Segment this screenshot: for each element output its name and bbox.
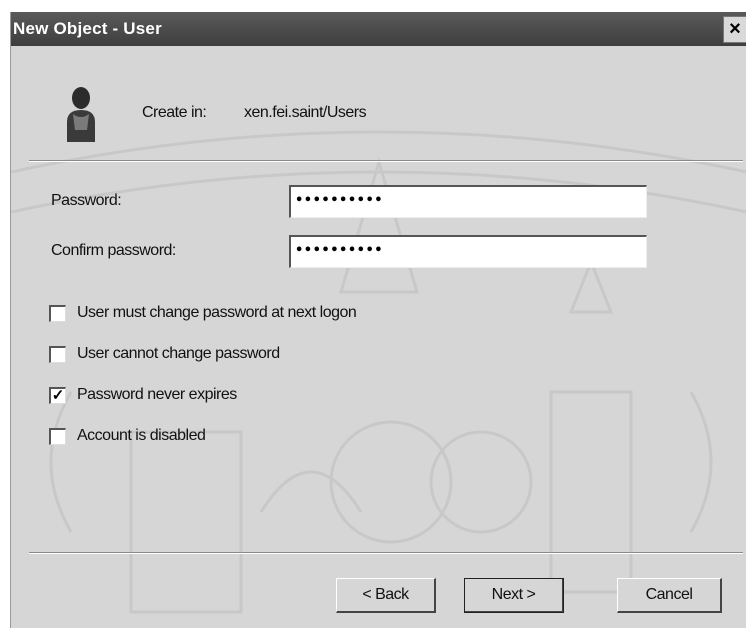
checkbox-label: User cannot change password: [77, 345, 280, 362]
password-field[interactable]: ••••••••••: [289, 185, 647, 218]
checkbox[interactable]: ✓: [49, 387, 66, 404]
header-separator: [29, 160, 743, 162]
window-title: New Object - User: [13, 19, 162, 38]
title-bar[interactable]: New Object - User ×: [11, 12, 746, 46]
confirm-password-field[interactable]: ••••••••••: [289, 235, 647, 268]
confirm-password-label: Confirm password:: [51, 242, 176, 259]
checkbox-label: Password never expires: [77, 386, 237, 403]
checkbox[interactable]: [49, 346, 66, 363]
checkbox[interactable]: [49, 305, 66, 322]
new-object-user-dialog: New Object - User × Create in: xen.fei.s…: [10, 12, 746, 628]
user-icon: [67, 87, 95, 142]
next-button[interactable]: Next >: [464, 578, 564, 613]
close-button[interactable]: ×: [723, 16, 746, 43]
create-in-label: Create in:: [142, 104, 207, 121]
back-button[interactable]: < Back: [336, 578, 436, 613]
cancel-button[interactable]: Cancel: [617, 578, 722, 613]
checkbox[interactable]: [49, 428, 66, 445]
footer-separator: [29, 552, 743, 554]
checkbox-label: User must change password at next logon: [77, 304, 357, 321]
checkbox-label: Account is disabled: [77, 427, 206, 444]
password-label: Password:: [51, 192, 122, 209]
container-path: xen.fei.saint/Users: [244, 104, 367, 121]
